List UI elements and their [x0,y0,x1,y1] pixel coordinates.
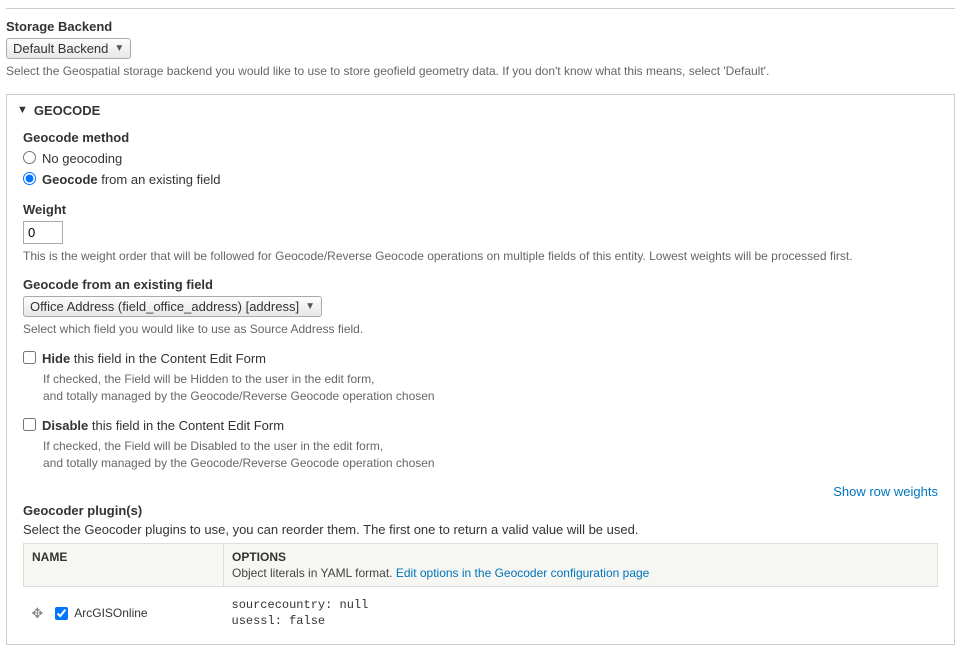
radio-geocode-existing-label: Geocode from an existing field [42,170,220,190]
disable-desc2: and totally managed by the Geocode/Rever… [43,455,938,472]
disable-field-group: Disable this field in the Content Edit F… [23,416,938,471]
plugin-options-text: sourcecountry: null usessl: false [232,597,930,631]
edit-options-link[interactable]: Edit options in the Geocoder configurati… [396,566,650,580]
storage-backend-section: Storage Backend Default Backend ▼ Select… [6,19,955,80]
plugin-name-text: ArcGISOnline [74,606,147,620]
storage-backend-selected: Default Backend [13,41,108,56]
weight-label: Weight [23,202,938,217]
geocode-method-label: Geocode method [23,130,938,145]
radio-existing-rest: from an existing field [98,172,221,187]
disable-field-label: Disable this field in the Content Edit F… [42,416,284,436]
th-name-text: NAME [32,550,67,564]
plugin-checkbox-arcgis[interactable] [55,607,68,620]
th-name: NAME [24,543,224,586]
source-field-description: Select which field you would like to use… [23,321,938,338]
source-field-label: Geocode from an existing field [23,277,938,292]
hide-rest: this field in the Content Edit Form [70,351,266,366]
show-row-weights-link[interactable]: Show row weights [833,484,938,499]
radio-no-geocoding-label: No geocoding [42,149,122,169]
plugin-name-cell: ✥ ArcGISOnline [32,605,216,622]
source-field-selected: Office Address (field_office_address) [a… [30,299,299,314]
hide-desc1: If checked, the Field will be Hidden to … [43,371,938,388]
weight-input[interactable] [23,221,63,244]
th-options-text: OPTIONS [232,550,286,564]
source-field-select[interactable]: Office Address (field_office_address) [a… [23,296,322,317]
radio-geocode-existing[interactable] [23,172,36,185]
hide-field-row: Hide this field in the Content Edit Form [23,349,938,369]
row-weights-wrap: Show row weights [23,484,938,499]
storage-backend-description: Select the Geospatial storage backend yo… [6,63,955,80]
geocode-legend-toggle[interactable]: ▼ GEOCODE [7,95,954,126]
th-options-sub: Object literals in YAML format. Edit opt… [232,566,929,580]
geocode-body: Geocode method No geocoding Geocode from… [7,126,954,644]
disable-field-row: Disable this field in the Content Edit F… [23,416,938,436]
drag-handle-icon[interactable]: ✥ [32,605,50,622]
storage-backend-select[interactable]: Default Backend ▼ [6,38,131,59]
hide-bold: Hide [42,351,70,366]
disable-bold: Disable [42,418,88,433]
hide-field-label: Hide this field in the Content Edit Form [42,349,266,369]
chevron-down-icon: ▼ [114,43,124,54]
plugins-description: Select the Geocoder plugins to use, you … [23,522,938,537]
geocode-legend-text: GEOCODE [34,103,100,118]
disable-desc1: If checked, the Field will be Disabled t… [43,438,938,455]
th-options-sub-text: Object literals in YAML format. [232,566,396,580]
plugins-header: Geocoder plugin(s) Select the Geocoder p… [23,503,938,537]
hide-field-checkbox[interactable] [23,351,36,364]
plugins-label: Geocoder plugin(s) [23,503,938,518]
storage-backend-label: Storage Backend [6,19,955,34]
collapse-triangle-icon: ▼ [17,104,28,116]
weight-group: Weight This is the weight order that wil… [23,202,938,265]
geocode-method-group: Geocode method No geocoding Geocode from… [23,130,938,190]
hide-desc2: and totally managed by the Geocode/Rever… [43,388,938,405]
radio-no-geocoding-row: No geocoding [23,149,938,169]
chevron-down-icon: ▼ [305,301,315,312]
th-options: OPTIONS Object literals in YAML format. … [224,543,938,586]
disable-rest: this field in the Content Edit Form [88,418,284,433]
disable-field-checkbox[interactable] [23,418,36,431]
radio-existing-row: Geocode from an existing field [23,170,938,190]
radio-no-geocoding[interactable] [23,151,36,164]
radio-existing-bold: Geocode [42,172,98,187]
top-divider [6,8,955,9]
hide-field-group: Hide this field in the Content Edit Form… [23,349,938,404]
plugins-table: NAME OPTIONS Object literals in YAML for… [23,543,938,635]
table-row: ✥ ArcGISOnline sourcecountry: null usess… [24,586,938,634]
weight-description: This is the weight order that will be fo… [23,248,938,265]
geocode-fieldset: ▼ GEOCODE Geocode method No geocoding Ge… [6,94,955,645]
source-field-group: Geocode from an existing field Office Ad… [23,277,938,338]
